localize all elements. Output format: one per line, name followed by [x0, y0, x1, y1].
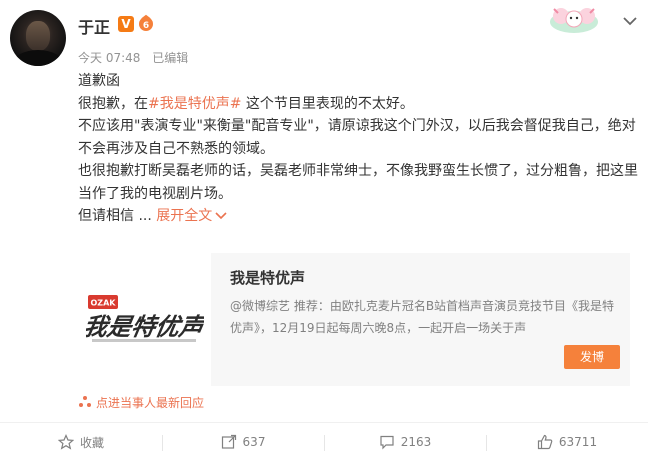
- post-line-body-2: 也很抱歉打断吴磊老师的话，吴磊老师非常绅士，不像我野蛮生长惯了，过分粗鲁，把这里…: [78, 163, 638, 202]
- expand-full-text-link[interactable]: 展开全文: [156, 208, 227, 224]
- post-line-title: 道歉函: [78, 73, 120, 89]
- post-line-body-3: 但请相信 ... 展开全文: [78, 205, 638, 228]
- star-icon: [57, 434, 74, 450]
- related-response-link[interactable]: 点进当事人最新回应: [78, 394, 204, 411]
- post-time[interactable]: 今天 07:48: [78, 51, 140, 65]
- avatar-face: [26, 21, 50, 51]
- chevron-down-icon[interactable]: [622, 15, 638, 27]
- topic-card-thumbnail[interactable]: OZAK 我是特优声: [78, 253, 211, 386]
- favorite-button[interactable]: 收藏: [0, 423, 162, 461]
- favorite-label: 收藏: [79, 435, 104, 450]
- comment-button[interactable]: 2163: [324, 423, 486, 461]
- repost-icon: [221, 434, 236, 449]
- verified-badge-icon: V: [118, 16, 134, 32]
- chevron-down-icon[interactable]: [215, 211, 227, 221]
- action-toolbar: 收藏 637 2163 63711: [0, 422, 648, 461]
- expand-label[interactable]: 展开全文: [156, 208, 212, 224]
- post-line-body-1: 不应该用"表演专业"来衡量"配音专业"，请原谅我这个门外汉，以后我会督促我自己，…: [78, 118, 636, 157]
- svg-text:6: 6: [143, 21, 149, 31]
- avatar[interactable]: [10, 10, 66, 66]
- post-line-truncated: 但请相信 ...: [78, 208, 152, 224]
- avatar-shoulders: [12, 50, 64, 66]
- topic-card[interactable]: OZAK 我是特优声 我是特优声 @微博综艺 推荐：由欧扎克麦片冠名B站首档声音…: [78, 253, 630, 386]
- topic-card-title[interactable]: 我是特优声: [230, 267, 305, 288]
- dots-icon: [79, 396, 91, 407]
- decoration-sticker-icon: [550, 8, 598, 33]
- thumbs-up-icon: [537, 434, 553, 450]
- comment-count: 2163: [400, 435, 432, 449]
- hashtag-link[interactable]: #我是特优声#: [148, 96, 241, 112]
- post-header: 于正 V 6 今天 07:48 已编辑: [0, 0, 648, 80]
- logo-brand: OZAK: [90, 298, 116, 307]
- edited-label[interactable]: 已编辑: [152, 51, 188, 65]
- post-text: 道歉函 很抱歉，在#我是特优声# 这个节目里表现的不太好。 不应该用"表演专业"…: [78, 70, 638, 228]
- show-logo-icon: OZAK 我是特优声: [86, 294, 204, 342]
- post-weibo-button[interactable]: 发博: [564, 345, 620, 369]
- like-count: 63711: [558, 435, 598, 449]
- related-response-label[interactable]: 点进当事人最新回应: [96, 396, 204, 410]
- post-line-suffix: 这个节目里表现的不太好。: [241, 95, 414, 112]
- username[interactable]: 于正: [78, 14, 110, 38]
- vip-level-icon: 6: [139, 14, 153, 31]
- like-button[interactable]: 63711: [486, 423, 648, 461]
- post-line-prefix: 很抱歉，在: [78, 95, 148, 112]
- logo-title: 我是特优声: [86, 313, 204, 341]
- repost-count: 637: [242, 435, 266, 449]
- repost-button[interactable]: 637: [162, 423, 324, 461]
- post-line-apology: 很抱歉，在#我是特优声# 这个节目里表现的不太好。: [78, 93, 638, 116]
- comment-icon: [380, 435, 394, 450]
- post-meta: 今天 07:48 已编辑: [78, 49, 196, 66]
- topic-card-description: @微博综艺 推荐：由欧扎克麦片冠名B站首档声音演员竞技节目《我是特优声》，12月…: [230, 299, 615, 335]
